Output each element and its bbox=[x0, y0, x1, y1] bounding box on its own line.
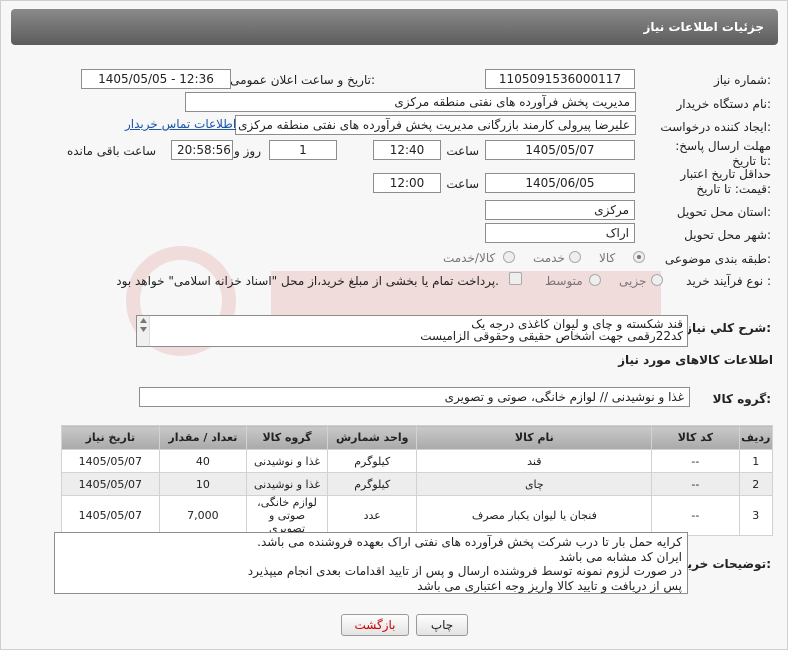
cell-group: غذا و نوشیدنی bbox=[245, 472, 329, 496]
announce-label: تاریخ و ساعت اعلان عمومی: bbox=[230, 73, 375, 87]
process-label: نوع فرآیند خرید : bbox=[686, 274, 771, 288]
process-radio-minor[interactable] bbox=[651, 274, 663, 286]
cell-code: -- bbox=[651, 449, 740, 473]
city-field: اراک bbox=[485, 223, 635, 243]
col-unit: واحد شمارش bbox=[327, 425, 418, 450]
category-radio-service[interactable] bbox=[569, 251, 581, 263]
process-radio-medium[interactable] bbox=[589, 274, 601, 286]
table-row: 1 -- قند کیلوگرم غذا و نوشیدنی 40 1405/0… bbox=[61, 449, 774, 473]
cell-unit: کیلوگرم bbox=[327, 449, 418, 473]
need-number-label: شماره نیاز: bbox=[713, 73, 771, 87]
cell-unit: کیلوگرم bbox=[327, 472, 418, 496]
print-button[interactable]: چاپ bbox=[416, 614, 468, 636]
cell-name: قند bbox=[416, 449, 653, 473]
treasury-payment-text: پرداخت تمام یا بخشی از مبلغ خرید،از محل … bbox=[116, 274, 499, 288]
need-number-field: 1105091536000117 bbox=[485, 69, 635, 89]
cell-code: -- bbox=[651, 472, 740, 496]
cell-unit: عدد bbox=[327, 495, 418, 536]
cell-name: فنجان یا لیوان یکبار مصرف bbox=[416, 495, 653, 536]
process-option-minor: جزیی bbox=[619, 274, 647, 288]
col-row: ردیف bbox=[738, 425, 774, 450]
category-option-goods-service: کالا/خدمت bbox=[443, 251, 496, 265]
contact-info-link[interactable]: اطلاعات تماس خریدار bbox=[125, 117, 236, 131]
table-row: 2 -- چای کیلوگرم غذا و نوشیدنی 10 1405/0… bbox=[61, 472, 774, 496]
days-field: 1 bbox=[269, 140, 337, 160]
goods-table: ردیف کد کالا نام کالا واحد شمارش گروه کا… bbox=[61, 425, 774, 536]
cell-name: چای bbox=[416, 472, 653, 496]
goods-section-title: اطلاعات کالاهای مورد نیاز bbox=[618, 353, 773, 367]
cell-qty: 7,000 bbox=[158, 495, 248, 536]
cell-date: 1405/05/07 bbox=[61, 449, 160, 473]
cell-group: لوازم خانگی، صوتی و تصویری bbox=[245, 495, 329, 536]
col-qty: تعداد / مقدار bbox=[158, 425, 248, 450]
col-group: گروه کالا bbox=[245, 425, 329, 450]
treasury-payment-checkbox[interactable] bbox=[509, 272, 522, 285]
validity-date-field: 1405/06/05 bbox=[485, 173, 635, 193]
cell-row: 3 bbox=[738, 495, 774, 536]
summary-textarea[interactable]: قند شکسته و چای و لیوان کاغذی درجه یک کد… bbox=[136, 315, 688, 347]
province-field: مرکزی bbox=[485, 200, 635, 220]
cell-date: 1405/05/07 bbox=[61, 472, 160, 496]
page-title: جزئیات اطلاعات نیاز bbox=[643, 20, 764, 34]
cell-group: غذا و نوشیدنی bbox=[245, 449, 329, 473]
scroll-arrows-icon bbox=[140, 318, 147, 332]
cell-row: 2 bbox=[738, 472, 774, 496]
cell-row: 1 bbox=[738, 449, 774, 473]
summary-line-2: کد22رقمی جهت اشخاص حقیقی وحقوقی الزامیست bbox=[420, 329, 683, 343]
deadline-label: مهلت ارسال پاسخ: تا تاریخ: bbox=[675, 139, 771, 168]
province-label: استان محل تحویل: bbox=[676, 205, 771, 219]
deadline-date-field: 1405/05/07 bbox=[485, 140, 635, 160]
table-row: 3 -- فنجان یا لیوان یکبار مصرف عدد لوازم… bbox=[61, 495, 774, 536]
category-label: طبقه بندی موضوعی: bbox=[664, 252, 771, 266]
cell-qty: 40 bbox=[158, 449, 248, 473]
buyer-notes-textarea[interactable]: کرایه حمل بار تا درب شرکت پخش فرآورده ها… bbox=[54, 532, 688, 594]
category-option-service: خدمت bbox=[533, 251, 565, 265]
announce-field: 1405/05/05 - 12:36 bbox=[81, 69, 231, 89]
cell-qty: 10 bbox=[158, 472, 248, 496]
buyer-org-label: نام دستگاه خریدار: bbox=[676, 97, 772, 111]
validity-time-label: ساعت bbox=[446, 177, 479, 191]
creator-field: علیرضا پیرولی کارمند بازرگانی مدیریت پخش… bbox=[235, 115, 636, 135]
validity-label: حداقل تاریخ اعتبار قیمت: تا تاریخ: bbox=[680, 167, 771, 196]
back-button[interactable]: بازگشت bbox=[341, 614, 409, 636]
cell-date: 1405/05/07 bbox=[61, 495, 160, 536]
page-header: جزئیات اطلاعات نیاز bbox=[11, 9, 778, 45]
cell-code: -- bbox=[651, 495, 740, 536]
process-option-medium: متوسط bbox=[545, 274, 583, 288]
page: جزئیات اطلاعات نیاز شماره نیاز: 11050915… bbox=[0, 0, 788, 650]
remaining-time-field: 20:58:56 bbox=[171, 140, 233, 160]
goods-group-label: گروه کالا: bbox=[712, 392, 771, 406]
col-name: نام کالا bbox=[416, 425, 653, 450]
summary-label: شرح کلي نياز: bbox=[685, 321, 771, 335]
city-label: شهر محل تحویل: bbox=[684, 228, 771, 242]
category-radio-goods-service[interactable] bbox=[503, 251, 515, 263]
deadline-time-field: 12:40 bbox=[373, 140, 441, 160]
goods-group-field: غذا و نوشیدنی // لوازم خانگی، صوتی و تصو… bbox=[139, 387, 690, 407]
col-date: تاریخ نیاز bbox=[61, 425, 160, 450]
deadline-time-label: ساعت bbox=[446, 144, 479, 158]
days-label: روز و bbox=[234, 144, 261, 158]
creator-label: ایجاد کننده درخواست: bbox=[660, 120, 771, 134]
category-radio-goods[interactable] bbox=[633, 251, 645, 263]
summary-scrollbar[interactable] bbox=[137, 316, 150, 346]
validity-time-field: 12:00 bbox=[373, 173, 441, 193]
buyer-org-field: مدیریت پخش فرآورده های نفتی منطقه مرکزی bbox=[185, 92, 636, 112]
col-code: کد کالا bbox=[651, 425, 740, 450]
remaining-label: ساعت باقی مانده bbox=[66, 144, 156, 158]
category-option-goods: کالا bbox=[599, 251, 616, 265]
table-header-row: ردیف کد کالا نام کالا واحد شمارش گروه کا… bbox=[61, 425, 774, 450]
